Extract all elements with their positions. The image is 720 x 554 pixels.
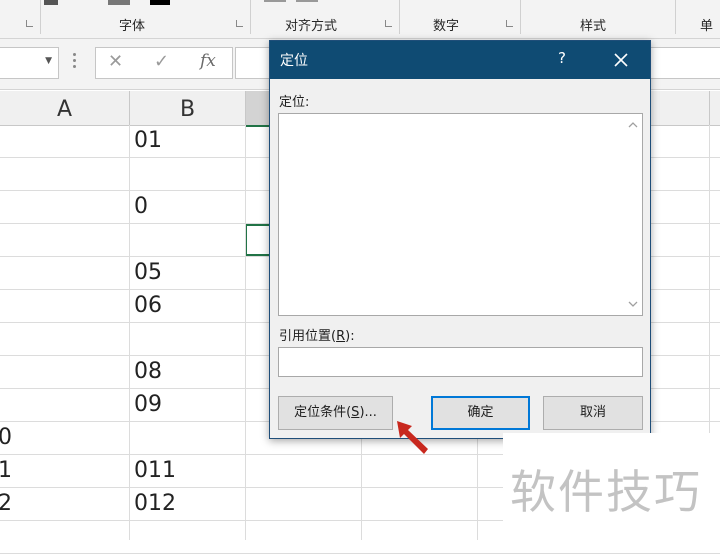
special-button-pre: 定位条件( xyxy=(294,405,352,420)
column-header-b[interactable]: B xyxy=(130,91,246,125)
scroll-up-icon[interactable] xyxy=(628,120,638,130)
group-label-alignment: 对齐方式 xyxy=(285,19,338,34)
active-cell[interactable] xyxy=(245,224,271,256)
cell-b-5[interactable]: 05 xyxy=(134,260,162,285)
cell-b-9[interactable]: 09 xyxy=(134,392,162,417)
group-separator xyxy=(250,0,251,34)
ribbon-control-stub[interactable] xyxy=(296,0,318,2)
cell-a-12[interactable]: 2 xyxy=(0,491,12,516)
group-label-font: 字体 xyxy=(119,19,146,34)
special-button-post: )... xyxy=(359,405,377,420)
cell-b-11[interactable]: 011 xyxy=(134,458,176,483)
ribbon-control-stub[interactable] xyxy=(108,0,130,5)
formula-buttons: ✕ ✓ fx xyxy=(95,47,233,79)
group-label-number: 数字 xyxy=(433,19,460,34)
chevron-down-icon[interactable]: ▼ xyxy=(45,56,52,66)
cell-b-8[interactable]: 08 xyxy=(134,359,162,384)
dialog-titlebar[interactable]: 定位 ? xyxy=(270,41,650,79)
reference-label-post: ): xyxy=(345,329,355,344)
cell-a-10[interactable]: 0 xyxy=(0,425,12,450)
font-launcher-icon[interactable] xyxy=(236,20,245,29)
cell-b-3[interactable]: 0 xyxy=(134,194,148,219)
special-button[interactable]: 定位条件(S)... xyxy=(278,396,393,430)
name-box[interactable]: ▼ xyxy=(0,47,59,79)
font-color-swatch[interactable] xyxy=(150,0,170,5)
insert-function-icon[interactable]: fx xyxy=(200,51,216,71)
goto-label: 定位: xyxy=(279,95,310,110)
column-header-label: B xyxy=(179,97,196,122)
alignment-launcher-icon[interactable] xyxy=(385,20,394,29)
close-button[interactable] xyxy=(608,48,634,72)
pointer-arrow-icon xyxy=(397,421,428,454)
watermark-text: 软件技巧 xyxy=(510,465,702,519)
reference-label-key: R xyxy=(336,329,346,344)
help-button[interactable]: ? xyxy=(554,49,570,67)
drag-handle-icon[interactable] xyxy=(73,53,77,71)
reference-input[interactable] xyxy=(278,347,643,377)
group-separator xyxy=(399,0,400,34)
reference-label-pre: 引用位置( xyxy=(279,329,337,344)
cell-a-11[interactable]: 1 xyxy=(0,458,12,483)
reference-label: 引用位置(R): xyxy=(279,325,355,344)
number-launcher-icon[interactable] xyxy=(506,20,515,29)
goto-dialog: 定位 ? 定位: 引用位置(R): 定位条件(S)... 确定 取消 xyxy=(269,40,651,439)
scroll-down-icon[interactable] xyxy=(628,299,638,309)
goto-list[interactable] xyxy=(278,113,643,316)
column-header-a[interactable]: A xyxy=(0,91,130,125)
ribbon: 字体 对齐方式 数字 样式 单元 xyxy=(0,0,720,53)
ribbon-control-stub[interactable] xyxy=(44,0,58,5)
cell-b-12[interactable]: 012 xyxy=(134,491,176,516)
cancel-button[interactable]: 取消 xyxy=(543,396,643,430)
cell-b-6[interactable]: 06 xyxy=(134,293,162,318)
column-gridline xyxy=(245,125,246,540)
group-separator xyxy=(40,0,41,34)
cell-b-1[interactable]: 01 xyxy=(134,128,162,153)
dialog-title: 定位 xyxy=(280,53,308,69)
cancel-icon[interactable]: ✕ xyxy=(108,51,123,72)
ok-button[interactable]: 确定 xyxy=(431,396,530,430)
dialog-launcher-icon[interactable] xyxy=(26,20,35,29)
group-separator xyxy=(520,0,521,34)
close-icon xyxy=(614,53,628,67)
ribbon-control-stub[interactable] xyxy=(264,0,286,2)
column-gridline xyxy=(129,125,130,540)
group-separator xyxy=(675,0,676,34)
group-label-styles: 样式 xyxy=(580,19,607,34)
column-header-label: A xyxy=(56,97,73,122)
enter-icon[interactable]: ✓ xyxy=(154,51,169,72)
